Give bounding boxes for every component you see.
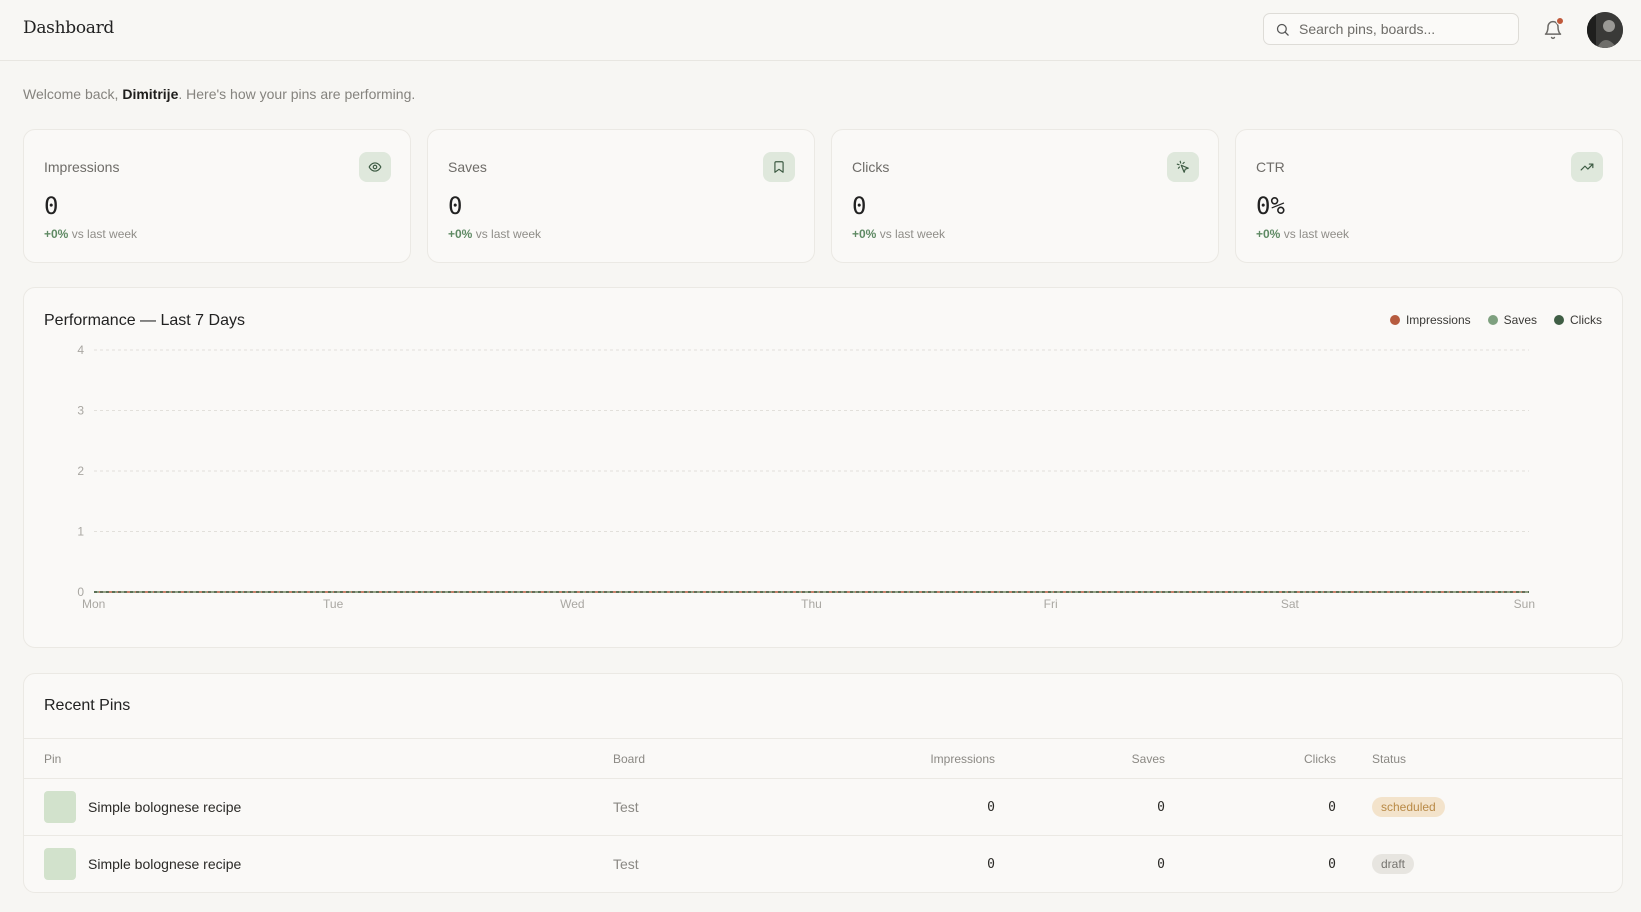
stat-card-ctr: CTR 0% +0% vs last week	[1235, 129, 1623, 263]
stat-delta: +0% vs last week	[1256, 227, 1349, 241]
stat-value: 0	[448, 192, 463, 220]
stat-icon-badge	[763, 152, 795, 182]
column-header-status[interactable]: Status	[1372, 752, 1406, 766]
top-bar: Dashboard	[0, 0, 1641, 61]
stat-card-clicks: Clicks 0 +0% vs last week	[831, 129, 1219, 263]
y-tick-label: 4	[77, 343, 84, 357]
trending-up-icon	[1580, 163, 1594, 171]
avatar-photo-icon	[1587, 12, 1623, 48]
pin-clicks: 0	[1328, 857, 1336, 872]
search-box[interactable]	[1263, 13, 1519, 45]
legend-swatch	[1554, 315, 1564, 325]
page-title: Dashboard	[23, 18, 114, 38]
delta-percent: +0%	[1256, 227, 1281, 241]
legend-swatch	[1487, 315, 1498, 325]
legend-item-clicks[interactable]: Clicks	[1554, 313, 1602, 327]
pin-board: Test	[613, 799, 639, 815]
pin-saves: 0	[1157, 800, 1165, 815]
pin-clicks: 0	[1328, 800, 1336, 815]
legend-label: Impressions	[1405, 313, 1471, 327]
x-tick-label: Wed	[560, 597, 584, 611]
welcome-suffix: . Here's how your pins are performing.	[178, 86, 416, 102]
column-header-impressions[interactable]: Impressions	[930, 752, 995, 766]
y-tick-label: 1	[77, 525, 84, 539]
notification-dot	[1556, 17, 1564, 25]
pin-thumbnail	[44, 791, 76, 823]
status-badge: draft	[1372, 854, 1415, 874]
table-header: Pin Board Impressions Saves Clicks Statu…	[24, 738, 1622, 779]
stat-card-saves: Saves 0 +0% vs last week	[427, 129, 815, 263]
stat-icon-badge	[1571, 152, 1603, 182]
x-tick-label: Sat	[1281, 597, 1300, 611]
y-tick-label: 3	[77, 404, 84, 418]
column-header-clicks[interactable]: Clicks	[1304, 752, 1336, 766]
pin-saves: 0	[1157, 857, 1165, 872]
delta-suffix: vs last week	[472, 227, 542, 241]
pointer-click-icon	[1176, 160, 1189, 173]
performance-chart: 01234Mon Tue Wed Thu Fri Sat Sun	[77, 343, 1535, 611]
stat-card-impressions: Impressions 0 +0% vs last week	[23, 129, 411, 263]
delta-suffix: vs last week	[876, 227, 946, 241]
welcome-message: Welcome back, Dimitrije. Here's how your…	[23, 86, 415, 102]
column-header-pin[interactable]: Pin	[44, 752, 61, 766]
delta-suffix: vs last week	[68, 227, 138, 241]
table-row[interactable]: Simple bolognese recipe Test 0 0 0 draft	[24, 836, 1622, 892]
legend-label: Clicks	[1570, 313, 1602, 327]
recent-pins-title: Recent Pins	[44, 697, 131, 714]
legend-item-saves[interactable]: Saves	[1487, 313, 1537, 327]
delta-percent: +0%	[44, 227, 69, 241]
delta-percent: +0%	[852, 227, 877, 241]
notifications-button[interactable]	[1541, 17, 1565, 41]
stat-delta: +0% vs last week	[448, 227, 541, 241]
eye-icon	[368, 162, 382, 172]
stat-delta: +0% vs last week	[44, 227, 137, 241]
x-tick-label: Tue	[323, 597, 344, 611]
welcome-prefix: Welcome back,	[23, 86, 123, 102]
search-icon	[1276, 23, 1289, 36]
stat-label: Impressions	[44, 159, 120, 175]
table-row[interactable]: Simple bolognese recipe Test 0 0 0 sched…	[24, 779, 1622, 836]
stat-icon-badge	[1167, 152, 1199, 182]
pin-impressions: 0	[987, 857, 995, 872]
legend-item-impressions[interactable]: Impressions	[1389, 313, 1471, 327]
column-header-board[interactable]: Board	[613, 752, 645, 766]
stat-label: CTR	[1256, 159, 1285, 175]
performance-panel: 0 1 2 3 4 Mon Tue Wed Thu Fri Sat Sun Performance —…	[23, 287, 1623, 648]
y-tick-label: 2	[77, 464, 84, 478]
x-tick-label: Sun	[1514, 597, 1535, 611]
status-badge: scheduled	[1372, 797, 1445, 817]
pin-title[interactable]: Simple bolognese recipe	[88, 856, 241, 872]
pin-title[interactable]: Simple bolognese recipe	[88, 799, 241, 815]
chart-title: Performance — Last 7 Days	[44, 312, 245, 329]
stat-delta: +0% vs last week	[852, 227, 945, 241]
delta-suffix: vs last week	[1280, 227, 1350, 241]
chart-legend: Impressions Saves Clicks	[1389, 313, 1602, 327]
avatar[interactable]	[1587, 12, 1623, 48]
stat-label: Saves	[448, 159, 487, 175]
x-tick-label: Mon	[82, 597, 105, 611]
user-name: Dimitrije	[122, 86, 179, 102]
column-header-saves[interactable]: Saves	[1132, 752, 1165, 766]
stat-value: 0	[852, 192, 867, 220]
stat-value: 0%	[1256, 192, 1285, 220]
stat-value: 0	[44, 192, 59, 220]
x-tick-label: Fri	[1044, 597, 1058, 611]
bookmark-icon	[774, 161, 784, 173]
legend-swatch	[1389, 315, 1400, 325]
pin-impressions: 0	[987, 800, 995, 815]
recent-pins-panel: Recent Pins Pin Board Impressions Saves …	[23, 673, 1623, 893]
pin-thumbnail	[44, 848, 76, 880]
stat-label: Clicks	[852, 159, 890, 175]
pin-board: Test	[613, 856, 639, 872]
search-input[interactable]	[1299, 21, 1509, 37]
x-tick-label: Thu	[801, 597, 822, 611]
legend-label: Saves	[1503, 313, 1537, 327]
stat-icon-badge	[359, 152, 391, 182]
delta-percent: +0%	[448, 227, 473, 241]
